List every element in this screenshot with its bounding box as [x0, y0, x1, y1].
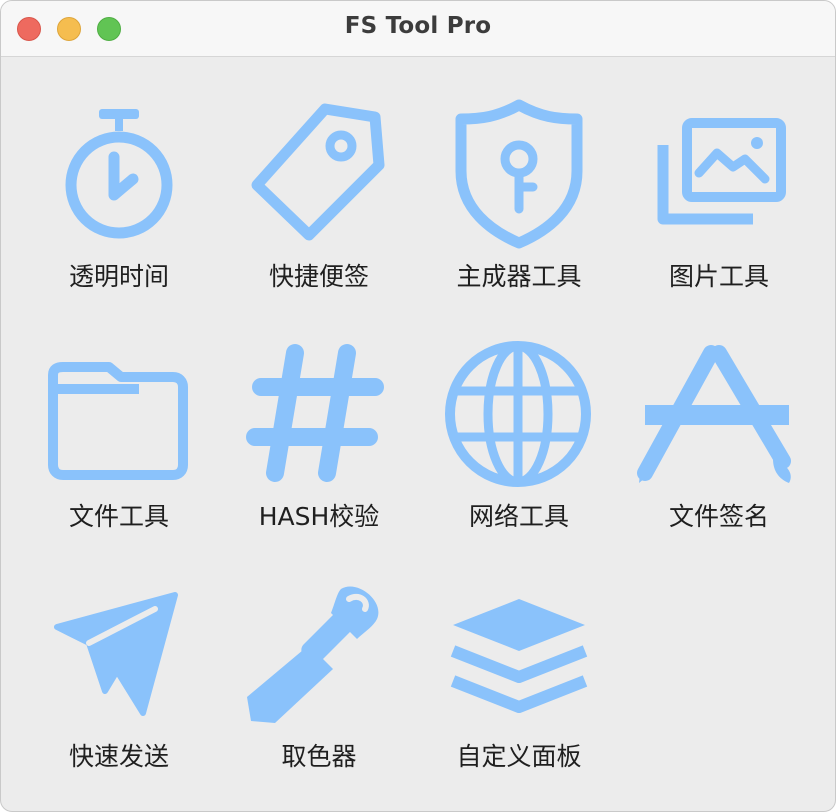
tool-label: 取色器 — [281, 742, 357, 771]
eyedropper-icon — [247, 586, 379, 723]
tool-file-sign[interactable]: 文件签名 — [629, 339, 809, 539]
photos-icon — [657, 118, 786, 225]
globe-icon — [445, 341, 591, 487]
tool-custom-panel[interactable]: 自定义面板 — [429, 579, 609, 779]
tool-network[interactable]: 网络工具 — [429, 339, 609, 539]
tag-icon — [251, 103, 385, 241]
window-title: FS Tool Pro — [344, 13, 492, 39]
layers-icon — [450, 599, 588, 713]
paper-plane-icon — [54, 592, 178, 716]
tool-transparent-time[interactable]: 透明时间 — [29, 99, 209, 299]
tool-file[interactable]: 文件工具 — [29, 339, 209, 539]
tool-label: HASH校验 — [258, 502, 380, 531]
tool-image[interactable]: 图片工具 — [629, 99, 809, 299]
tool-quick-notes[interactable]: 快捷便签 — [229, 99, 409, 299]
app-store-icon — [637, 345, 791, 483]
tool-generator[interactable]: 主成器工具 — [429, 99, 609, 299]
tool-label: 文件签名 — [668, 502, 769, 531]
tool-label: 快速发送 — [68, 742, 169, 771]
tool-label: 透明时间 — [68, 262, 169, 291]
tool-label: 快捷便签 — [268, 262, 369, 291]
stopwatch-icon — [65, 109, 173, 239]
tool-label: 网络工具 — [468, 502, 569, 531]
tool-color-picker[interactable]: 取色器 — [229, 579, 409, 779]
folder-icon — [48, 362, 188, 480]
tool-label: 主成器工具 — [456, 262, 582, 291]
tool-quick-send[interactable]: 快速发送 — [29, 579, 209, 779]
app-window: FS Tool Pro 透明时间 快捷便签 主成器工具 图片工具 文件工具 HA… — [0, 0, 836, 812]
title-bar[interactable]: FS Tool Pro — [1, 1, 835, 57]
tool-label: 图片工具 — [668, 262, 769, 291]
tool-label: 自定义面板 — [456, 742, 582, 771]
tool-label: 文件工具 — [68, 502, 169, 531]
shield-key-icon — [455, 99, 583, 249]
hash-icon — [246, 344, 384, 482]
tool-hash[interactable]: HASH校验 — [229, 339, 409, 539]
tool-grid: 透明时间 快捷便签 主成器工具 图片工具 文件工具 HASH校验 网络工具 文件… — [1, 57, 835, 811]
